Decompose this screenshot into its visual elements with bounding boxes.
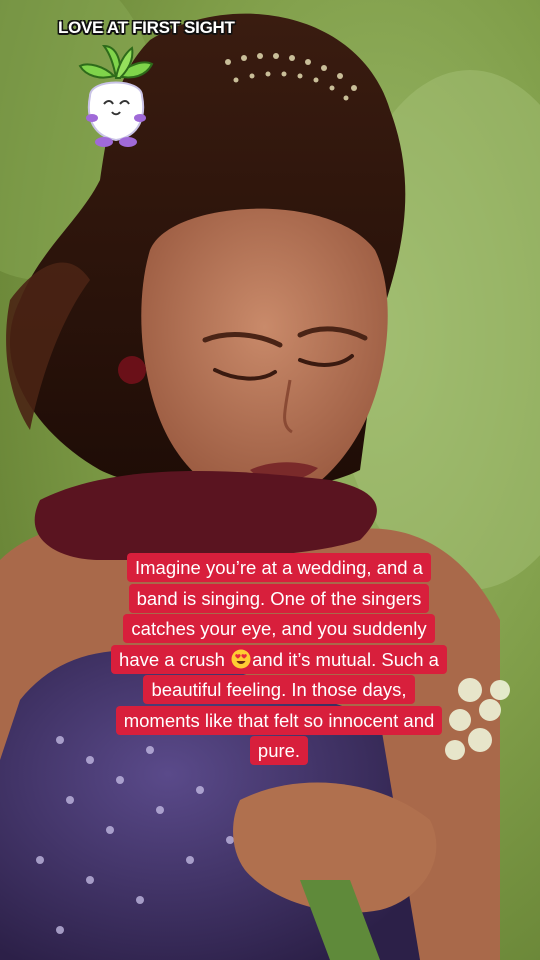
sprout-mascot-icon bbox=[74, 36, 158, 154]
channel-watermark-title: LOVE AT FIRST SIGHT bbox=[58, 18, 235, 37]
caption-text: Imagine you’re at a wedding, and a band … bbox=[111, 553, 447, 765]
video-frame[interactable]: LOVE AT FIRST SIGHT Imagine you’re at a … bbox=[0, 0, 540, 960]
caption-overlay: Imagine you’re at a wedding, and a band … bbox=[108, 553, 450, 767]
heart-eyes-emoji-icon bbox=[231, 648, 251, 668]
